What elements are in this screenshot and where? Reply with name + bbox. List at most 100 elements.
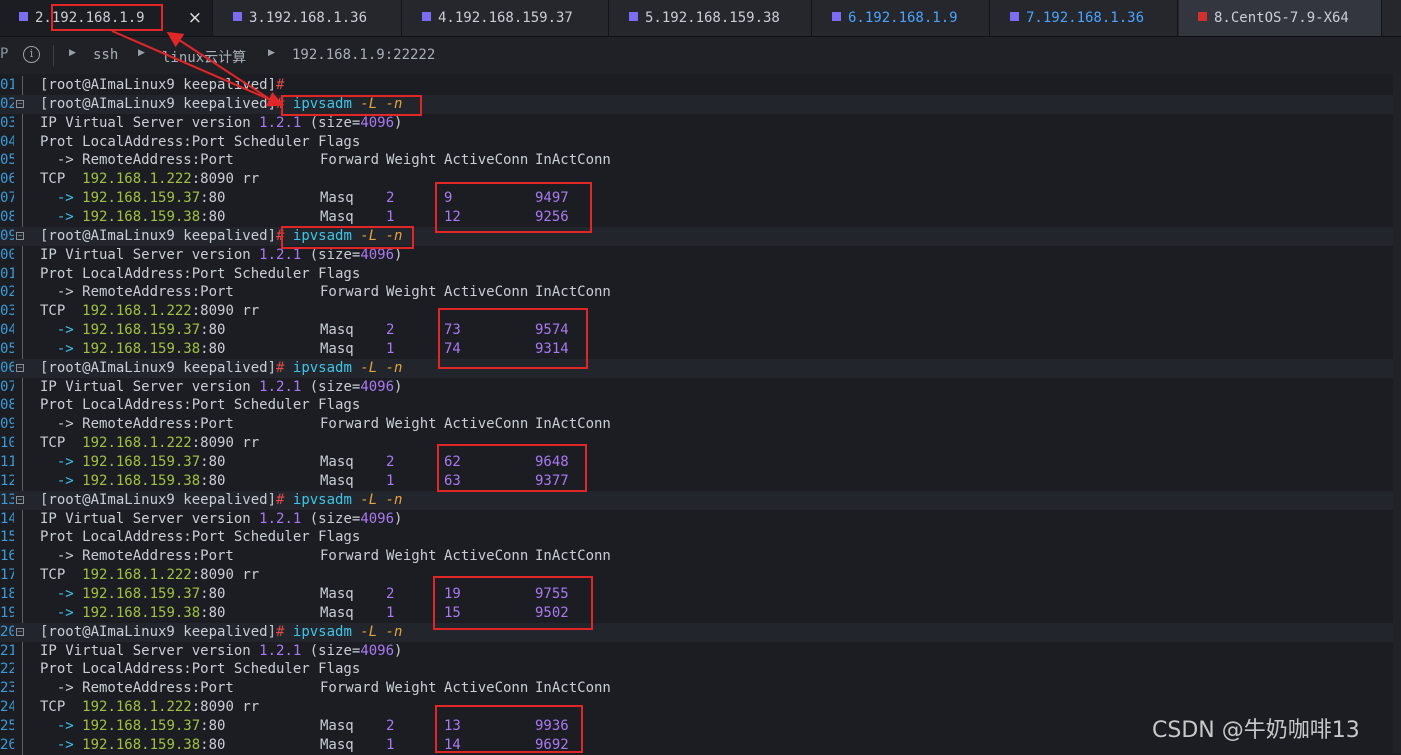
real-server-port: :80 [200, 604, 226, 621]
line-content: IP Virtual Server version 1.2.1 (size=40… [40, 510, 402, 529]
real-server-inactconn: 9497 [535, 190, 569, 207]
fold-guide [22, 283, 23, 303]
real-server-port: :80 [200, 717, 226, 734]
header-inactconn: InActConn [535, 680, 611, 697]
real-server-inactconn: 9936 [535, 717, 569, 734]
header-activeconn: ActiveConn [444, 416, 529, 433]
shell-prompt: [root@AImaLinux9 keepalived] [40, 95, 277, 112]
breadcrumb-item-ssh[interactable]: ssh [93, 47, 118, 63]
size-close: ) [394, 114, 403, 131]
terminal-line: 07 IP Virtual Server version 1.2.1 (size=… [0, 377, 1401, 397]
chevron-right-icon: ▶ [138, 48, 145, 58]
real-server-inactconn: 9256 [535, 208, 569, 225]
terminal-line: 13− [root@AImaLinux9 keepalived]# ipvsadm… [0, 490, 1401, 510]
tab-3[interactable]: 3.192.168.1.36 [214, 0, 402, 36]
fold-guide [22, 660, 23, 680]
fold-guide [22, 170, 23, 190]
watermark: CSDN @牛奶咖啡13 [1152, 718, 1360, 743]
line-number: 19 [0, 604, 14, 621]
tab-8[interactable]: 8.CentOS-7.9-X64 [1179, 0, 1382, 36]
line-content: TCP 192.168.1.222:8090 rr [40, 566, 259, 585]
line-number: 23 [0, 680, 14, 697]
prompt-hash: # [276, 227, 285, 244]
line-number: 25 [0, 717, 14, 734]
header-forward: Forward [320, 284, 380, 301]
info-icon[interactable]: i [23, 46, 40, 63]
command-flags: -L -n [360, 227, 403, 244]
fold-guide [22, 151, 23, 171]
fold-guide [22, 207, 23, 227]
tab-label: 8.CentOS-7.9-X64 [1214, 10, 1349, 26]
line-number: 07 [0, 190, 14, 207]
breadcrumb-item-group[interactable]: linux云计算 [162, 47, 246, 67]
breadcrumb-item-host[interactable]: 192.168.1.9:22222 [292, 47, 435, 63]
fold-guide [22, 509, 23, 529]
service-ip: 192.168.1.222 [82, 303, 192, 320]
header-weight: Weight [386, 416, 437, 433]
service-scheduler: rr [233, 435, 260, 452]
real-server-ip: 192.168.159.37 [82, 454, 201, 470]
fold-toggle-icon: − [16, 230, 24, 240]
terminal-line: 11 -> 192.168.159.37:80 Masq 2 62 9648 [0, 453, 1401, 472]
terminal-output[interactable]: 01 [root@AImaLinux9 keepalived]# 02− [root@… [0, 76, 1401, 755]
real-server-weight: 2 [386, 190, 395, 207]
line-number: 08 [0, 397, 14, 414]
fold-guide [22, 471, 23, 491]
prompt-hash: # [276, 77, 285, 93]
prompt-hash: # [276, 623, 285, 640]
service-proto: TCP [40, 435, 66, 452]
tab-2[interactable]: 2.192.168.1.9 × [0, 0, 213, 36]
service-port: :8090 [191, 171, 234, 188]
terminal-line: 15 Prot LocalAddress:Port Scheduler Flags [0, 528, 1401, 548]
terminal-line: 18 -> 192.168.159.37:80 Masq 2 19 9755 [0, 584, 1401, 604]
terminal-line: 06 TCP 192.168.1.222:8090 rr [0, 170, 1401, 190]
table-header-real: -> RemoteAddress:Port [40, 416, 234, 433]
fold-guide [22, 189, 23, 209]
tab-7[interactable]: 7.192.168.1.36 [991, 0, 1178, 36]
line-content: [root@AImaLinux9 keepalived]# ipvsadm -L… [40, 95, 403, 114]
tab-6[interactable]: 6.192.168.1.9 [813, 0, 990, 36]
tab-bar: 2.192.168.1.9 × 3.192.168.1.36 4.192.168.15… [0, 0, 1401, 37]
fold-guide [22, 396, 23, 416]
terminal-line: 03 TCP 192.168.1.222:8090 rr [0, 302, 1401, 322]
terminal-line: 05 -> RemoteAddress:Port Forward Weight Act… [0, 151, 1401, 171]
real-server-weight: 2 [386, 585, 395, 602]
version-text: IP Virtual Server version [40, 114, 260, 131]
tab-4[interactable]: 4.192.168.159.37 [403, 0, 609, 36]
real-server-ip: 192.168.159.38 [82, 208, 201, 225]
fold-guide [22, 339, 23, 359]
command-flags: -L -n [360, 623, 403, 640]
command-flags: -L -n [360, 491, 403, 508]
fold-guide [22, 566, 23, 586]
real-server-forward: Masq [320, 340, 354, 357]
version-text: IP Virtual Server version [40, 246, 260, 263]
fold-guide [22, 302, 23, 322]
terminal-line: 22 Prot LocalAddress:Port Scheduler Flags [0, 660, 1401, 680]
real-server-arrow: -> [40, 736, 74, 753]
real-server-activeconn: 63 [444, 472, 461, 489]
tab-5[interactable]: 5.192.168.159.38 [610, 0, 812, 36]
real-server-weight: 1 [386, 736, 395, 753]
version-number: 1.2.1 [259, 378, 302, 395]
line-content: Prot LocalAddress:Port Scheduler Flags [40, 133, 360, 152]
size-number: 4096 [360, 642, 395, 659]
service-proto: TCP [40, 699, 66, 716]
close-icon[interactable]: × [188, 0, 202, 36]
size-label: (size= [301, 378, 361, 395]
fold-toggle-icon: − [16, 494, 24, 504]
tab-label: 7.192.168.1.36 [1026, 10, 1145, 26]
line-number: 03 [0, 303, 14, 320]
fold-guide [22, 377, 23, 397]
real-server-port: :80 [200, 585, 226, 602]
line-number: 13 [0, 491, 14, 508]
scrollbar[interactable] [1393, 74, 1401, 753]
line-number: 04 [0, 322, 14, 339]
line-number: 17 [0, 567, 14, 584]
real-server-weight: 2 [386, 454, 395, 470]
line-content: -> 192.168.159.38:80 Masq 1 15 9502 [40, 604, 569, 623]
command-name: ipvsadm [292, 623, 352, 640]
line-number: 24 [0, 699, 14, 716]
line-content: -> 192.168.159.37:80 Masq 2 73 9574 [40, 321, 569, 340]
size-close: ) [394, 510, 403, 527]
header-activeconn: ActiveConn [444, 680, 529, 697]
